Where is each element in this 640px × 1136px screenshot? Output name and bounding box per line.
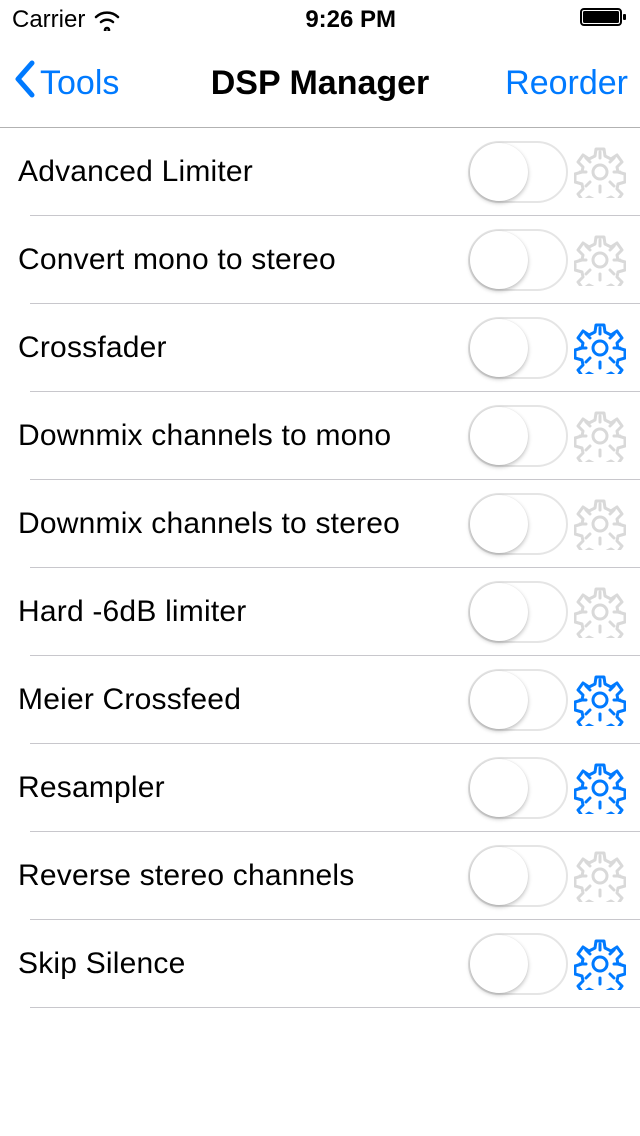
- toggle-switch[interactable]: [468, 493, 568, 555]
- gear-icon[interactable]: [570, 758, 630, 818]
- switch-knob: [470, 847, 528, 905]
- list-item: Skip Silence: [0, 920, 640, 1008]
- gear-icon: [570, 406, 630, 466]
- toggle-switch[interactable]: [468, 669, 568, 731]
- switch-knob: [470, 407, 528, 465]
- switch-knob: [470, 671, 528, 729]
- gear-icon[interactable]: [570, 934, 630, 994]
- back-button[interactable]: Tools: [12, 59, 119, 108]
- back-label: Tools: [40, 64, 119, 103]
- list-item: Convert mono to stereo: [0, 216, 640, 304]
- switch-knob: [470, 495, 528, 553]
- status-bar: Carrier 9:26 PM: [0, 0, 640, 40]
- toggle-switch[interactable]: [468, 141, 568, 203]
- gear-icon: [570, 230, 630, 290]
- battery-icon: [580, 6, 628, 28]
- row-label: Advanced Limiter: [18, 155, 468, 189]
- switch-knob: [470, 583, 528, 641]
- gear-icon: [570, 846, 630, 906]
- list-item: Advanced Limiter: [0, 128, 640, 216]
- wifi-icon: [93, 9, 121, 31]
- list-item: Resampler: [0, 744, 640, 832]
- gear-icon[interactable]: [570, 318, 630, 378]
- switch-knob: [470, 759, 528, 817]
- toggle-switch[interactable]: [468, 845, 568, 907]
- toggle-switch[interactable]: [468, 405, 568, 467]
- list-item: Crossfader: [0, 304, 640, 392]
- toggle-switch[interactable]: [468, 317, 568, 379]
- row-label: Downmix channels to stereo: [18, 507, 468, 541]
- carrier-label: Carrier: [12, 6, 85, 34]
- list-item: Reverse stereo channels: [0, 832, 640, 920]
- row-label: Skip Silence: [18, 947, 468, 981]
- reorder-button[interactable]: Reorder: [505, 64, 628, 103]
- gear-icon: [570, 582, 630, 642]
- row-label: Crossfader: [18, 331, 468, 365]
- nav-bar: Tools DSP Manager Reorder: [0, 40, 640, 128]
- toggle-switch[interactable]: [468, 757, 568, 819]
- gear-icon: [570, 142, 630, 202]
- row-label: Convert mono to stereo: [18, 243, 468, 277]
- list-item: Hard -6dB limiter: [0, 568, 640, 656]
- status-right: [580, 6, 628, 35]
- switch-knob: [470, 319, 528, 377]
- list-item: Downmix channels to mono: [0, 392, 640, 480]
- toggle-switch[interactable]: [468, 581, 568, 643]
- list-item: Meier Crossfeed: [0, 656, 640, 744]
- toggle-switch[interactable]: [468, 229, 568, 291]
- toggle-switch[interactable]: [468, 933, 568, 995]
- chevron-left-icon: [12, 59, 38, 108]
- switch-knob: [470, 935, 528, 993]
- status-time: 9:26 PM: [305, 6, 396, 34]
- gear-icon[interactable]: [570, 670, 630, 730]
- dsp-list: Advanced Limiter Convert mono to stereo Cr…: [0, 128, 640, 1008]
- row-label: Resampler: [18, 771, 468, 805]
- gear-icon: [570, 494, 630, 554]
- switch-knob: [470, 231, 528, 289]
- row-label: Meier Crossfeed: [18, 683, 468, 717]
- status-left: Carrier: [12, 6, 121, 34]
- list-item: Downmix channels to stereo: [0, 480, 640, 568]
- row-label: Downmix channels to mono: [18, 419, 468, 453]
- switch-knob: [470, 143, 528, 201]
- row-label: Hard -6dB limiter: [18, 595, 468, 629]
- row-label: Reverse stereo channels: [18, 859, 468, 893]
